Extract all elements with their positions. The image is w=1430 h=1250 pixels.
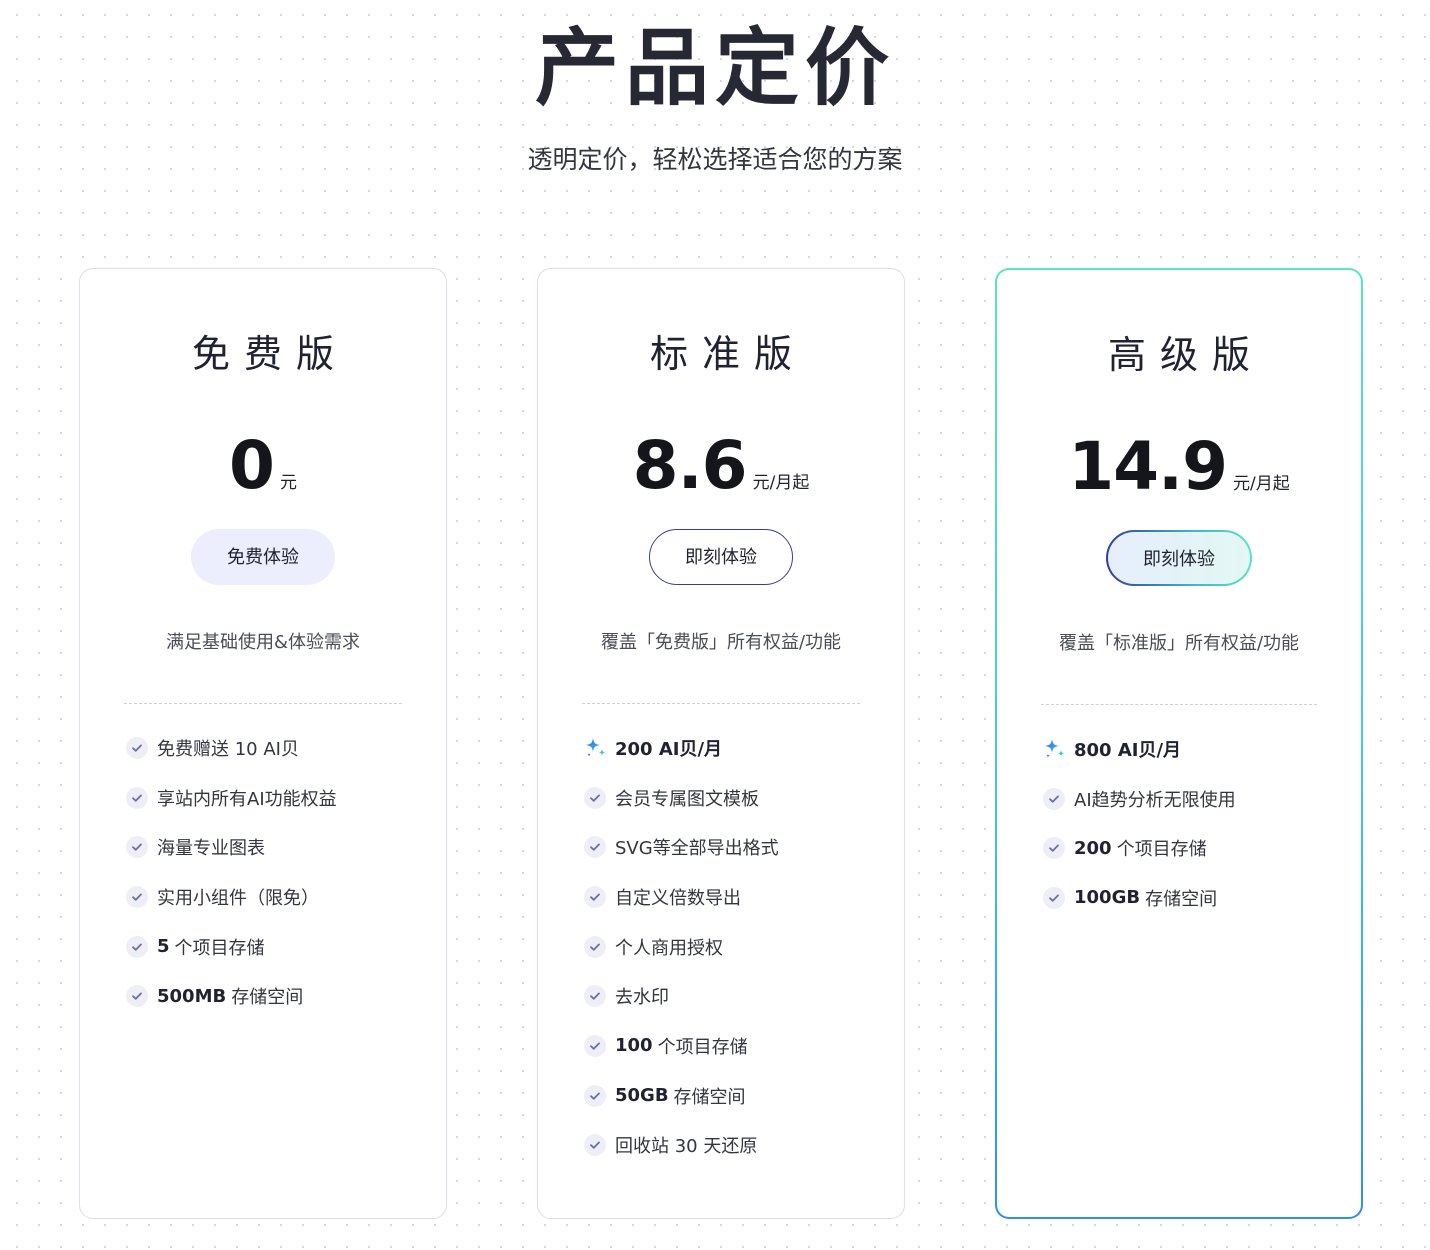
free-trial-button[interactable]: 免费体验: [191, 529, 335, 585]
feature-list: 200 AI贝/月会员专属图文模板 SVG等全部导出格式 自定义倍数导出 个人商用授权…: [584, 723, 884, 1170]
price-unit: 元: [279, 473, 297, 493]
plan-name: 标准版: [649, 332, 806, 376]
check-icon: [584, 1084, 606, 1107]
feature-text: SVG等全部导出格式: [615, 838, 779, 860]
price-value: 0: [229, 427, 275, 504]
plan-card-standard: 标准版 8.6 元/月起 即刻体验 覆盖「免费版」所有权益/功能 200 AI贝/…: [537, 268, 905, 1219]
plan-description: 满足基础使用&体验需求: [165, 632, 361, 653]
price-value: 8.6: [632, 427, 748, 504]
feature-text: 存储空间: [231, 987, 304, 1009]
check-icon: [584, 1034, 606, 1057]
feature-item: 5 个项目存储: [126, 922, 426, 972]
feature-list: 免费赠送 10 AI贝享站内所有AI功能权益 海量专业图表实用小组件（限免） 5 个项…: [126, 723, 426, 1021]
sparkle-icon: [584, 736, 608, 760]
feature-text: 个人商用授权: [615, 937, 723, 959]
feature-item: 100GB 存储空间: [1043, 873, 1341, 923]
feature-item: 500MB 存储空间: [126, 971, 426, 1021]
check-icon: [584, 836, 606, 859]
feature-text: 自定义倍数导出: [615, 887, 741, 909]
feature-text: AI趋势分析无限使用: [1074, 789, 1236, 811]
feature-text: 800 AI贝/月: [1074, 739, 1182, 761]
check-icon: [126, 786, 148, 809]
feature-number: 500MB: [157, 985, 227, 1007]
feature-item: 享站内所有AI功能权益: [126, 773, 426, 823]
feature-item: 实用小组件（限免）: [126, 872, 426, 922]
page-title: 产品定价: [534, 19, 895, 117]
feature-item: 自定义倍数导出: [584, 872, 884, 922]
feature-list: 800 AI贝/月 AI趋势分析无限使用 200 个项目存储 100GB 存储空间: [1043, 724, 1341, 923]
plan-name: 高级版: [1107, 333, 1264, 377]
plan-card-premium: 高级版 14.9 元/月起 即刻体验 覆盖「标准版」所有权益/功能 800 AI贝…: [995, 268, 1363, 1219]
feature-text: 回收站 30 天还原: [615, 1136, 758, 1158]
feature-item: SVG等全部导出格式: [584, 822, 884, 872]
plan-card-free: 免费版 0元 免费体验 满足基础使用&体验需求 免费赠送 10 AI贝享站内所有…: [79, 268, 447, 1219]
price-row: 8.6 元/月起: [538, 427, 904, 505]
feature-text: 实用小组件（限免）: [157, 887, 319, 909]
feature-number: 100: [615, 1035, 653, 1057]
check-icon: [126, 836, 148, 859]
feature-item: AI趋势分析无限使用: [1043, 774, 1341, 824]
feature-item: 100 个项目存储: [584, 1021, 884, 1071]
feature-text: 去水印: [615, 987, 669, 1009]
feature-text: 存储空间: [1145, 888, 1218, 910]
check-icon: [584, 786, 606, 809]
sparkle-icon: [1043, 737, 1067, 761]
feature-item: 免费赠送 10 AI贝: [126, 723, 426, 773]
price-unit: 元/月起: [1233, 474, 1290, 494]
feature-number: 100GB: [1074, 887, 1141, 909]
feature-item: 海量专业图表: [126, 822, 426, 872]
feature-text: 存储空间: [673, 1086, 746, 1108]
price-row: 0元: [80, 427, 446, 505]
plan-description: 覆盖「免费版」所有权益/功能: [600, 632, 842, 653]
check-icon: [584, 985, 606, 1008]
feature-text: 享站内所有AI功能权益: [157, 788, 337, 810]
feature-item: 去水印: [584, 971, 884, 1021]
plan-description: 覆盖「标准版」所有权益/功能: [1058, 633, 1300, 654]
page-subtitle: 透明定价，轻松选择适合您的方案: [527, 145, 903, 174]
check-icon: [584, 885, 606, 908]
feature-highlight: 200 AI贝/月: [584, 723, 884, 773]
feature-number: 50GB: [615, 1085, 669, 1107]
plan-name: 免费版: [191, 332, 348, 376]
try-now-button[interactable]: 即刻体验: [649, 529, 793, 585]
price-value: 14.9: [1068, 428, 1228, 505]
check-icon: [126, 935, 148, 958]
feature-number: 200: [1074, 837, 1112, 859]
check-icon: [126, 985, 148, 1008]
feature-text: 会员专属图文模板: [615, 788, 759, 810]
feature-item: 50GB 存储空间: [584, 1071, 884, 1121]
price-unit: 元/月起: [752, 473, 810, 493]
check-icon: [1043, 886, 1065, 909]
divider: [124, 703, 402, 704]
feature-item: 会员专属图文模板: [584, 773, 884, 823]
feature-item: 回收站 30 天还原: [584, 1121, 884, 1171]
feature-text: 海量专业图表: [157, 838, 265, 860]
check-icon: [1043, 837, 1065, 860]
feature-item: 个人商用授权: [584, 922, 884, 972]
feature-item: 200 个项目存储: [1043, 823, 1341, 873]
check-icon: [126, 885, 148, 908]
divider: [582, 703, 860, 704]
check-icon: [584, 1134, 606, 1157]
price-row: 14.9 元/月起: [997, 428, 1361, 506]
feature-number: 5: [157, 936, 170, 958]
check-icon: [1043, 787, 1065, 810]
feature-text: 免费赠送 10 AI贝: [157, 738, 299, 760]
check-icon: [584, 935, 606, 958]
feature-text: 个项目存储: [1116, 839, 1207, 861]
feature-text: 个项目存储: [174, 937, 265, 959]
feature-text: 200 AI贝/月: [615, 738, 723, 760]
divider: [1041, 704, 1317, 705]
check-icon: [126, 736, 148, 759]
try-now-button[interactable]: 即刻体验: [1106, 530, 1252, 586]
feature-text: 个项目存储: [657, 1036, 748, 1058]
feature-highlight: 800 AI贝/月: [1043, 724, 1341, 774]
